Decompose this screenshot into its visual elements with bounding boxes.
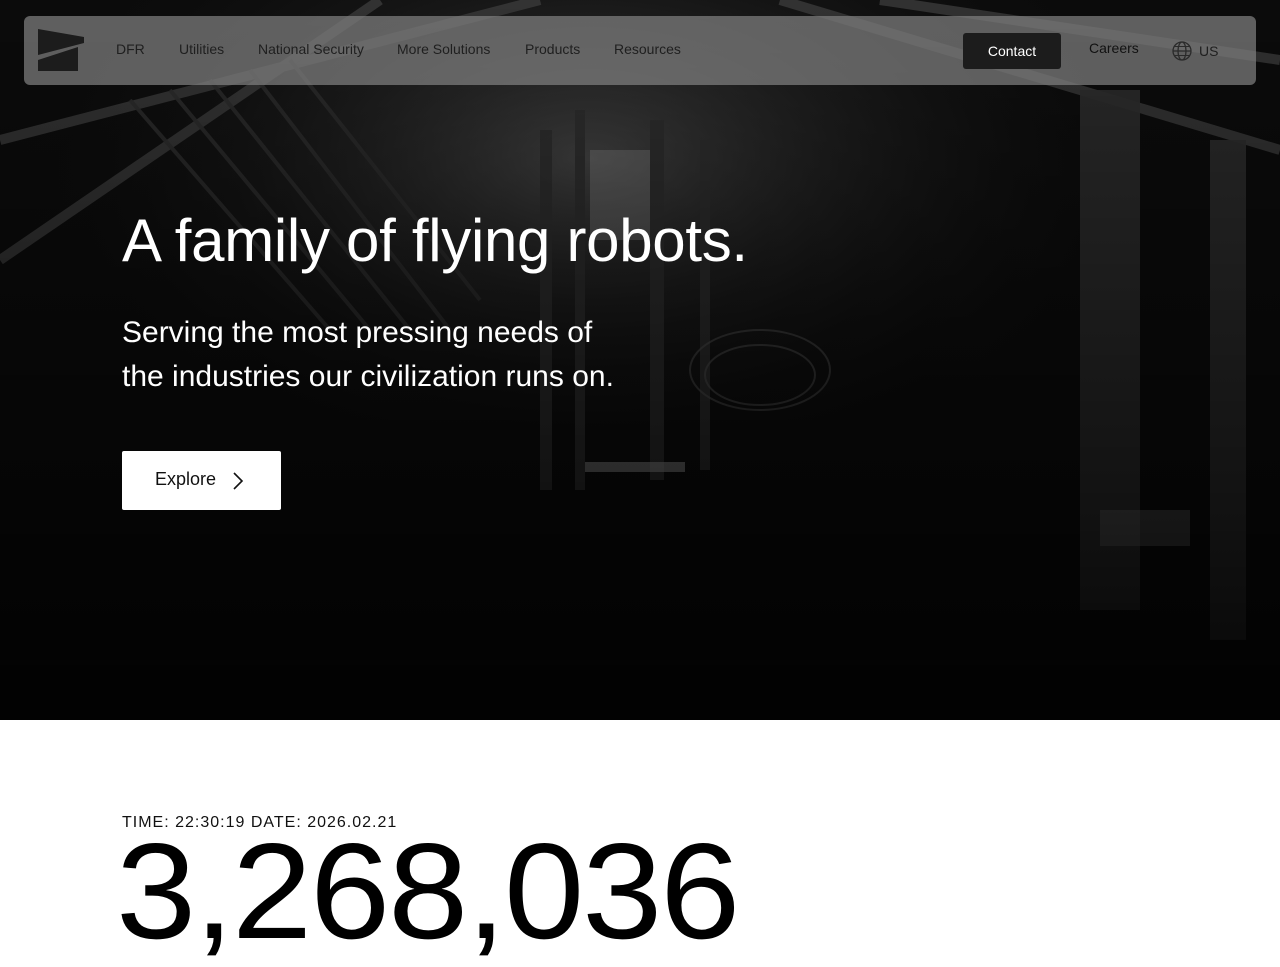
nav-item-more-solutions[interactable]: More Solutions (397, 16, 490, 85)
stats-section: TIME: 22:30:19 DATE: 2026.02.21 3,268,03… (0, 720, 1280, 960)
language-label: US (1199, 43, 1219, 59)
hero-subtitle: Serving the most pressing needs of the i… (122, 311, 742, 399)
explore-button[interactable]: Explore (122, 451, 281, 510)
chevron-right-icon (233, 472, 244, 490)
nav-item-utilities[interactable]: Utilities (179, 16, 224, 85)
hero-subtitle-line: Serving the most pressing needs of (122, 316, 593, 349)
navbar: DFR Utilities National Security More Sol… (24, 16, 1256, 85)
nav-item-products[interactable]: Products (525, 16, 580, 85)
explore-button-label: Explore (155, 469, 217, 489)
hero-title: A family of flying robots. (122, 207, 748, 274)
nav-item-national-security[interactable]: National Security (258, 16, 364, 85)
globe-icon (1172, 41, 1192, 61)
live-counter: 3,268,036 (116, 823, 740, 959)
contact-button[interactable]: Contact (963, 33, 1061, 69)
hero-section: DFR Utilities National Security More Sol… (0, 0, 1280, 720)
nav-item-dfr[interactable]: DFR (116, 16, 145, 85)
live-counter-value: 3,268,036 (116, 815, 740, 967)
language-selector[interactable]: US (1171, 40, 1218, 62)
careers-link[interactable]: Careers (1089, 16, 1139, 82)
hero-subtitle-line: the industries our civilization runs on. (122, 360, 614, 393)
brand-logo-icon[interactable] (38, 29, 84, 71)
nav-item-resources[interactable]: Resources (614, 16, 681, 85)
